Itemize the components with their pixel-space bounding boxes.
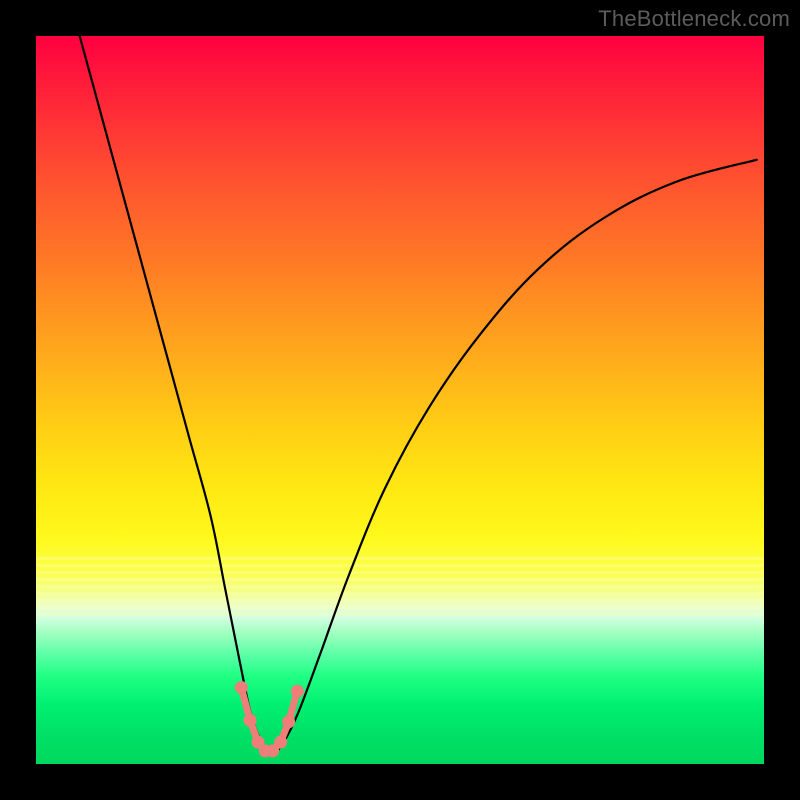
bottleneck-curve: [80, 36, 757, 753]
plot-area: [36, 36, 764, 764]
chart-frame: TheBottleneck.com: [0, 0, 800, 800]
optimal-range-markers: [235, 681, 304, 757]
watermark-text: TheBottleneck.com: [598, 6, 790, 32]
curve-layer: [36, 36, 764, 764]
